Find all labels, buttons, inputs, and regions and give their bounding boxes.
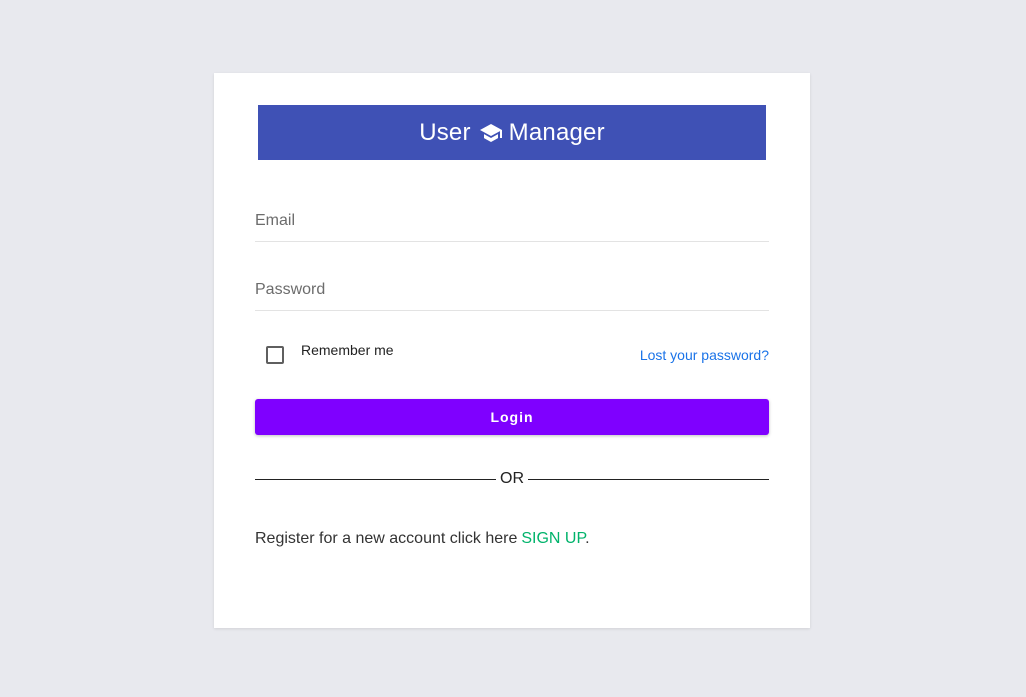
password-field-wrapper: [255, 270, 769, 311]
login-button[interactable]: Login: [255, 399, 769, 435]
app-title-left: User: [419, 118, 471, 146]
divider-text: OR: [500, 470, 524, 487]
register-suffix: .: [585, 530, 590, 547]
register-text: Register for a new account click here: [255, 530, 518, 547]
graduation-cap-icon: [479, 121, 503, 145]
app-title-banner: User Manager: [258, 105, 766, 160]
remember-me-label[interactable]: Remember me: [301, 342, 394, 358]
password-field[interactable]: [255, 270, 769, 310]
divider-line-left: [255, 478, 496, 480]
sign-up-link[interactable]: SIGN UP: [521, 530, 585, 547]
lost-password-link[interactable]: Lost your password?: [640, 347, 769, 363]
divider-line-right: [528, 478, 769, 480]
remember-me-checkbox[interactable]: [266, 346, 284, 364]
remember-me-row: Remember me: [266, 342, 394, 364]
email-field-wrapper: [255, 201, 769, 242]
email-field[interactable]: [255, 201, 769, 241]
login-card: User Manager Remember me Lost your passw…: [214, 73, 810, 628]
app-title-right: Manager: [508, 118, 605, 146]
or-divider: OR: [255, 469, 769, 489]
register-prompt: Register for a new account click here SIG…: [255, 530, 590, 548]
